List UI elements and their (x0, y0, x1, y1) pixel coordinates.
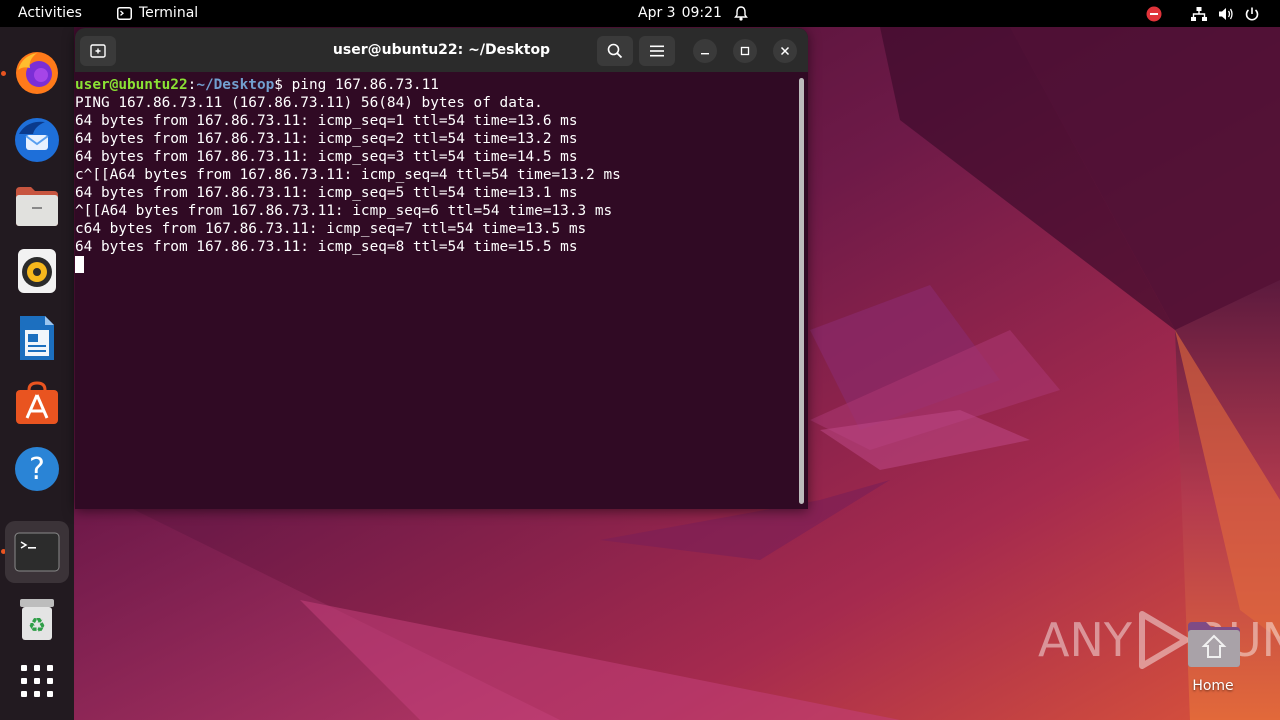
prompt-line: user@ubuntu22:~/Desktop$ ping 167.86.73.… (75, 76, 797, 94)
trash-icon: ♻ (20, 599, 54, 640)
activities-button[interactable]: Activities (18, 0, 82, 27)
dock-terminal[interactable] (5, 521, 69, 583)
prompt-path: ~/Desktop (196, 77, 275, 93)
cursor-line (75, 256, 797, 274)
menu-button[interactable] (639, 36, 675, 66)
maximize-icon (740, 46, 750, 56)
app-grid-icon (21, 665, 53, 697)
terminal-titlebar[interactable]: user@ubuntu22: ~/Desktop (75, 28, 808, 72)
prompt-separator: : (187, 77, 197, 93)
dock-firefox[interactable] (5, 42, 69, 104)
do-not-disturb-icon (1146, 6, 1162, 21)
output-line: 64 bytes from 167.86.73.11: icmp_seq=5 t… (75, 185, 578, 201)
dock-help[interactable]: ? (5, 438, 69, 500)
terminal-app-icon (117, 7, 132, 20)
volume-icon (1219, 7, 1233, 20)
search-icon (607, 43, 623, 59)
dock-libreoffice-writer[interactable] (5, 307, 69, 369)
clock[interactable]: Apr 3 09:21 (638, 0, 722, 27)
dock-trash[interactable]: ♻ (5, 588, 69, 650)
notification-bell-icon (733, 0, 749, 27)
watermark-text-left: ANY (1038, 613, 1132, 667)
output-line: c^[[A64 bytes from 167.86.73.11: icmp_se… (75, 167, 621, 183)
terminal-output[interactable]: user@ubuntu22:~/Desktop$ ping 167.86.73.… (75, 72, 797, 509)
output-line: c64 bytes from 167.86.73.11: icmp_seq=7 … (75, 221, 587, 237)
terminal-icon (14, 532, 60, 572)
thunderbird-icon (15, 118, 59, 162)
prompt-end: $ (274, 77, 292, 93)
svg-text:?: ? (29, 452, 45, 487)
minimize-icon (701, 53, 709, 55)
maximize-button[interactable] (733, 39, 757, 63)
dock: ? ♻ (0, 27, 74, 720)
app-center-icon (16, 381, 58, 424)
output-line: PING 167.86.73.11 (167.86.73.11) 56(84) … (75, 95, 543, 111)
hamburger-menu-icon (650, 45, 664, 57)
power-icon (1245, 7, 1259, 21)
command-text: ping 167.86.73.11 (291, 77, 439, 93)
libreoffice-writer-icon (20, 316, 54, 360)
clock-date: Apr 3 (638, 5, 676, 21)
rhythmbox-icon (18, 249, 56, 293)
text-cursor (75, 256, 84, 273)
dock-rhythmbox[interactable] (5, 240, 69, 302)
output-line: 64 bytes from 167.86.73.11: icmp_seq=2 t… (75, 131, 578, 147)
files-icon (16, 187, 58, 226)
app-menu-label: Terminal (139, 5, 199, 21)
top-bar: Activities Terminal Apr 3 09:21 (0, 0, 1280, 27)
prompt-user: user@ubuntu22 (75, 77, 188, 93)
dock-files[interactable] (5, 175, 69, 237)
close-icon (780, 46, 790, 56)
help-icon: ? (15, 447, 59, 491)
clock-time: 09:21 (681, 5, 722, 21)
home-folder-label: Home (1192, 678, 1234, 694)
anyrun-watermark: ANY RUN (1038, 608, 1280, 672)
system-tray[interactable] (1146, 0, 1260, 27)
output-line: 64 bytes from 167.86.73.11: icmp_seq=1 t… (75, 113, 578, 129)
terminal-window: user@ubuntu22: ~/Desktop user@ubuntu22:~… (75, 28, 808, 509)
show-apps-button[interactable] (5, 650, 69, 712)
close-button[interactable] (773, 39, 797, 63)
output-line: 64 bytes from 167.86.73.11: icmp_seq=8 t… (75, 239, 578, 255)
network-wired-icon (1191, 6, 1207, 21)
svg-text:♻: ♻ (28, 613, 46, 637)
search-button[interactable] (597, 36, 633, 66)
dock-app-center[interactable] (5, 372, 69, 434)
firefox-icon (16, 52, 58, 94)
output-line: 64 bytes from 167.86.73.11: icmp_seq=3 t… (75, 149, 578, 165)
terminal-scrollbar[interactable] (799, 78, 804, 504)
dock-thunderbird[interactable] (5, 109, 69, 171)
minimize-button[interactable] (693, 39, 717, 63)
home-folder-icon[interactable] (1184, 620, 1242, 668)
app-menu-terminal[interactable]: Terminal (117, 0, 198, 27)
output-line: ^[[A64 bytes from 167.86.73.11: icmp_seq… (75, 203, 613, 219)
